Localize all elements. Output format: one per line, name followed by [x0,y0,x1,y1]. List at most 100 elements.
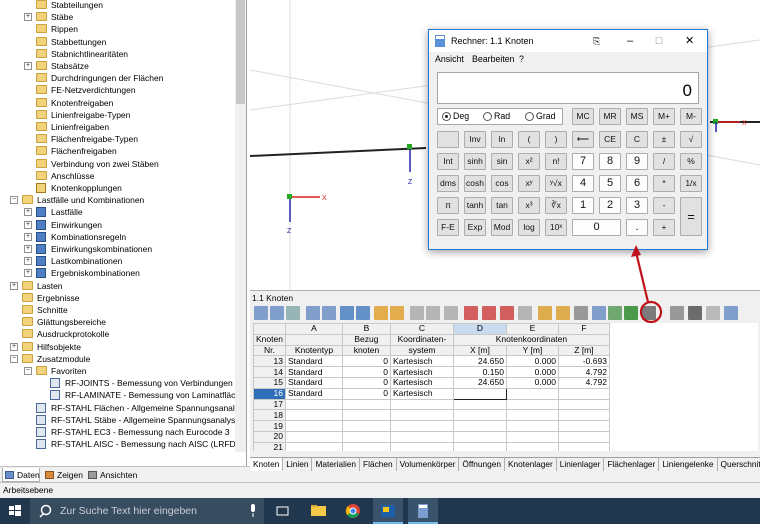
tree-item[interactable]: + Stabsätze [0,60,236,72]
tree-item[interactable]: Stabnichtlinearitäten [0,48,236,60]
toolbar-button[interactable] [556,306,570,320]
calc-key[interactable]: xʸ [518,175,540,192]
tree-item[interactable]: Verbindung von zwei Stäben [0,158,236,170]
tree-item[interactable]: Knotenfreigaben [0,97,236,109]
tree-item[interactable]: + Hilfsobjekte [0,341,236,353]
toolbar-button[interactable] [444,306,458,320]
calc-key[interactable]: 6 [626,175,648,192]
cell-sys[interactable] [389,430,454,443]
cell-typ[interactable]: Standard [284,366,343,378]
calc-key[interactable]: 3 [626,197,648,214]
toolbar-button[interactable] [724,306,738,320]
tree-item[interactable]: Flächenfreigaben [0,145,236,157]
memory-button[interactable]: MC [572,108,594,125]
taskbar-search-box[interactable]: Zur Suche Text hier eingeben [30,498,264,524]
tree-item[interactable]: + Lasten [0,280,236,292]
tree-item[interactable]: + Lastfälle [0,206,236,218]
table-tab[interactable]: Linienlager [556,458,605,471]
calc-key[interactable]: / [653,153,675,170]
calc-key[interactable]: ʸ√x [545,175,567,192]
help-minimize-icon[interactable]: ⎘ [593,30,600,52]
calc-key[interactable]: 9 [626,153,648,170]
cell-y[interactable]: 0.000 [505,366,559,378]
calc-key[interactable]: * [653,175,675,192]
cell-x[interactable] [452,430,507,443]
toolbar-button[interactable] [688,306,702,320]
table-tab[interactable]: Flächen [360,458,397,471]
toolbar-button[interactable] [518,306,532,320]
tree-item[interactable]: Anschlüsse [0,170,236,182]
toolbar-button[interactable] [322,306,336,320]
cell-bezug[interactable] [341,441,391,451]
calc-key[interactable]: √ [680,131,702,148]
cell-bezug[interactable]: 0 [341,376,391,389]
tree-item[interactable]: RF-JOINTS - Bemessung von Verbindungen [0,377,236,389]
column-letter[interactable]: D [452,323,507,335]
radio-rad[interactable] [483,112,492,121]
explorer-button[interactable] [303,498,333,524]
cell-z[interactable]: 4.792 [557,366,610,378]
calc-key[interactable]: % [680,153,702,170]
table-tab[interactable]: Materialien [312,458,361,471]
expander-icon[interactable]: + [24,257,32,266]
tree-item[interactable]: − Lastfälle und Kombinationen [0,194,236,206]
cell-nr[interactable]: 16 [253,387,286,400]
expander-icon[interactable]: + [24,232,32,241]
expander-icon[interactable]: + [10,342,18,351]
calc-key[interactable]: 2 [599,197,621,214]
calc-key[interactable]: x² [518,153,540,170]
expander-icon[interactable]: + [24,62,32,70]
calc-key[interactable]: Exp [464,219,486,236]
chrome-button[interactable] [338,498,368,524]
calc-key[interactable]: - [653,197,675,214]
tree-item[interactable]: Stabbettungen [0,36,236,48]
tree-item[interactable]: − Zusatzmodule [0,353,236,365]
menu-bearbeiten[interactable]: Bearbeiten [472,52,515,66]
tree-item[interactable]: Ergebnisse [0,292,236,304]
tree-item[interactable]: + Stäbe [0,11,236,23]
cell-bezug[interactable]: 0 [341,355,391,368]
cell-sys[interactable] [389,441,454,451]
table-row[interactable]: 19 [253,420,610,432]
table-tab[interactable]: Knotenlager [505,458,557,471]
calc-key[interactable]: tan [491,197,513,214]
cell-nr[interactable]: 17 [253,398,286,411]
expander-icon[interactable]: + [10,281,18,290]
calc-key[interactable]: CE [599,131,621,148]
cell-z[interactable] [557,420,610,432]
toolbar-button[interactable] [574,306,588,320]
cell-x[interactable] [452,441,507,451]
calc-key[interactable]: Inv [464,131,486,148]
expander-icon[interactable]: + [24,208,32,217]
cell-y[interactable] [505,430,559,443]
cell-nr[interactable]: 19 [253,420,286,432]
cell-y[interactable] [505,420,559,432]
navigator-scroll-thumb[interactable] [236,0,245,104]
toolbar-button[interactable] [374,306,388,320]
cell-nr[interactable]: 15 [253,376,286,389]
toolbar-button[interactable] [538,306,552,320]
toolbar-button[interactable] [410,306,424,320]
cell-nr[interactable]: 13 [253,355,286,368]
tree-item[interactable]: RF-LAMINATE - Bemessung von Laminatfläch [0,389,240,401]
cell-y[interactable] [505,409,559,422]
calc-key[interactable]: 1 [572,197,594,214]
tree-item[interactable]: Schnitte [0,304,236,316]
tree-item[interactable]: + Einwirkungen [0,219,236,231]
cell-typ[interactable] [284,409,343,422]
toolbar-button[interactable] [356,306,370,320]
calc-key[interactable]: C [626,131,648,148]
tree-item[interactable]: FE-Netzverdichtungen [0,84,236,96]
toolbar-button[interactable] [500,306,514,320]
tree-item[interactable]: + Ergebniskombinationen [0,267,236,279]
maximize-icon[interactable]: ☐ [655,30,663,52]
calc-key[interactable]: log [518,219,540,236]
calc-key[interactable]: dms [437,175,459,192]
toolbar-button[interactable] [482,306,496,320]
expander-icon[interactable]: − [24,367,32,375]
cell-z[interactable]: 4.792 [557,376,610,389]
calc-key[interactable]: . [626,219,648,236]
cell-nr[interactable]: 14 [253,366,286,378]
tree-item[interactable]: Linienfreigabe-Typen [0,109,236,121]
toolbar-button[interactable] [270,306,284,320]
